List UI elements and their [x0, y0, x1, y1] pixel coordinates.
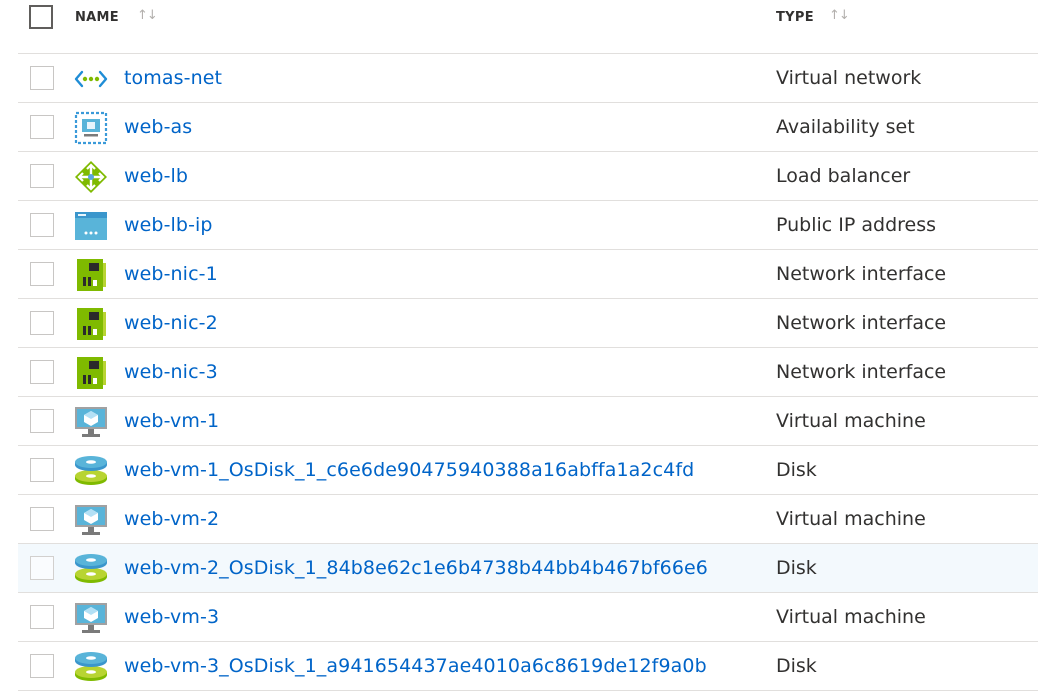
table-header: NAME ↑↓ TYPE ↑↓ — [0, 0, 1038, 53]
load-balancer-icon — [74, 160, 108, 194]
row-checkbox[interactable] — [30, 605, 54, 629]
table-row[interactable]: web-nic-3 Network interface — [18, 347, 1038, 396]
availability-set-icon — [74, 111, 108, 145]
resource-list: tomas-net Virtual network web-as Availabili… — [18, 53, 1038, 691]
resource-type: Virtual machine — [776, 410, 926, 432]
type-column-header[interactable]: TYPE — [776, 10, 814, 25]
resource-type: Virtual machine — [776, 606, 926, 628]
table-row[interactable]: web-lb-ip Public IP address — [18, 200, 1038, 249]
table-row[interactable]: tomas-net Virtual network — [18, 53, 1038, 102]
table-row[interactable]: web-nic-1 Network interface — [18, 249, 1038, 298]
resource-name-link[interactable]: web-lb-ip — [124, 214, 213, 236]
name-column-header[interactable]: NAME — [75, 10, 119, 25]
network-interface-icon — [74, 307, 108, 341]
resource-type: Network interface — [776, 361, 947, 383]
resource-name-link[interactable]: tomas-net — [124, 67, 222, 89]
table-row[interactable]: web-vm-1_OsDisk_1_c6e6de90475940388a16ab… — [18, 445, 1038, 494]
type-sort-icon[interactable]: ↑↓ — [829, 8, 850, 23]
resource-name-link[interactable]: web-vm-1_OsDisk_1_c6e6de90475940388a16ab… — [124, 459, 694, 481]
table-row[interactable]: web-as Availability set — [18, 102, 1038, 151]
name-sort-icon[interactable]: ↑↓ — [137, 8, 158, 23]
public-ip-icon — [74, 209, 108, 243]
resource-type: Network interface — [776, 263, 947, 285]
resource-type: Virtual machine — [776, 508, 926, 530]
network-interface-icon — [74, 356, 108, 390]
resource-type: Disk — [776, 655, 817, 677]
resource-type: Availability set — [776, 116, 915, 138]
table-row[interactable]: web-vm-2_OsDisk_1_84b8e62c1e6b4738b44bb4… — [18, 543, 1038, 592]
select-all-checkbox[interactable] — [29, 5, 53, 29]
resource-name-link[interactable]: web-vm-2_OsDisk_1_84b8e62c1e6b4738b44bb4… — [124, 557, 708, 579]
resource-name-link[interactable]: web-nic-2 — [124, 312, 218, 334]
row-checkbox[interactable] — [30, 654, 54, 678]
row-checkbox[interactable] — [30, 66, 54, 90]
virtual-machine-icon — [74, 503, 108, 537]
row-checkbox[interactable] — [30, 213, 54, 237]
disk-icon — [74, 552, 108, 586]
network-interface-icon — [74, 258, 108, 292]
resource-name-link[interactable]: web-vm-1 — [124, 410, 219, 432]
resource-name-link[interactable]: web-lb — [124, 165, 188, 187]
table-row[interactable]: web-lb Load balancer — [18, 151, 1038, 200]
disk-icon — [74, 650, 108, 684]
row-checkbox[interactable] — [30, 409, 54, 433]
disk-icon — [74, 454, 108, 488]
table-row[interactable]: web-vm-3 Virtual machine — [18, 592, 1038, 641]
row-checkbox[interactable] — [30, 360, 54, 384]
virtual-network-icon — [74, 62, 108, 96]
virtual-machine-icon — [74, 601, 108, 635]
resource-type: Public IP address — [776, 214, 937, 236]
resource-type: Network interface — [776, 312, 947, 334]
row-checkbox[interactable] — [30, 262, 54, 286]
resource-type: Virtual network — [776, 67, 922, 89]
resource-name-link[interactable]: web-nic-1 — [124, 263, 218, 285]
row-checkbox[interactable] — [30, 507, 54, 531]
table-row[interactable]: web-vm-3_OsDisk_1_a941654437ae4010a6c861… — [18, 641, 1038, 691]
row-checkbox[interactable] — [30, 311, 54, 335]
resource-name-link[interactable]: web-as — [124, 116, 192, 138]
resource-name-link[interactable]: web-vm-3_OsDisk_1_a941654437ae4010a6c861… — [124, 655, 707, 677]
resource-type: Disk — [776, 557, 817, 579]
table-row[interactable]: web-vm-2 Virtual machine — [18, 494, 1038, 543]
resource-name-link[interactable]: web-nic-3 — [124, 361, 218, 383]
resource-name-link[interactable]: web-vm-3 — [124, 606, 219, 628]
resource-name-link[interactable]: web-vm-2 — [124, 508, 219, 530]
resource-type: Disk — [776, 459, 817, 481]
row-checkbox[interactable] — [30, 458, 54, 482]
row-checkbox[interactable] — [30, 115, 54, 139]
table-row[interactable]: web-vm-1 Virtual machine — [18, 396, 1038, 445]
row-checkbox[interactable] — [30, 556, 54, 580]
resource-type: Load balancer — [776, 165, 911, 187]
row-checkbox[interactable] — [30, 164, 54, 188]
table-row[interactable]: web-nic-2 Network interface — [18, 298, 1038, 347]
virtual-machine-icon — [74, 405, 108, 439]
